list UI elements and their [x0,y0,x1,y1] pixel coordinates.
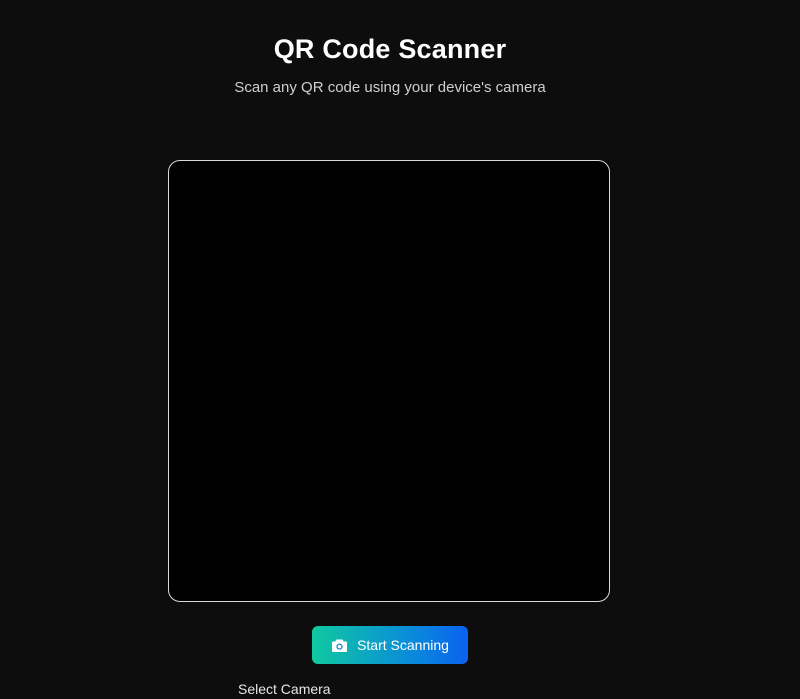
start-scanning-button[interactable]: Start Scanning [312,626,468,664]
camera-icon [331,638,348,653]
start-scanning-label: Start Scanning [357,637,449,653]
camera-viewport [168,160,610,602]
page-title: QR Code Scanner [273,34,507,64]
scanner-page: QR Code Scanner Scan any QR code using y… [0,0,800,699]
select-camera-label: Select Camera [238,681,331,697]
page-subtitle: Scan any QR code using your device's cam… [234,79,546,96]
